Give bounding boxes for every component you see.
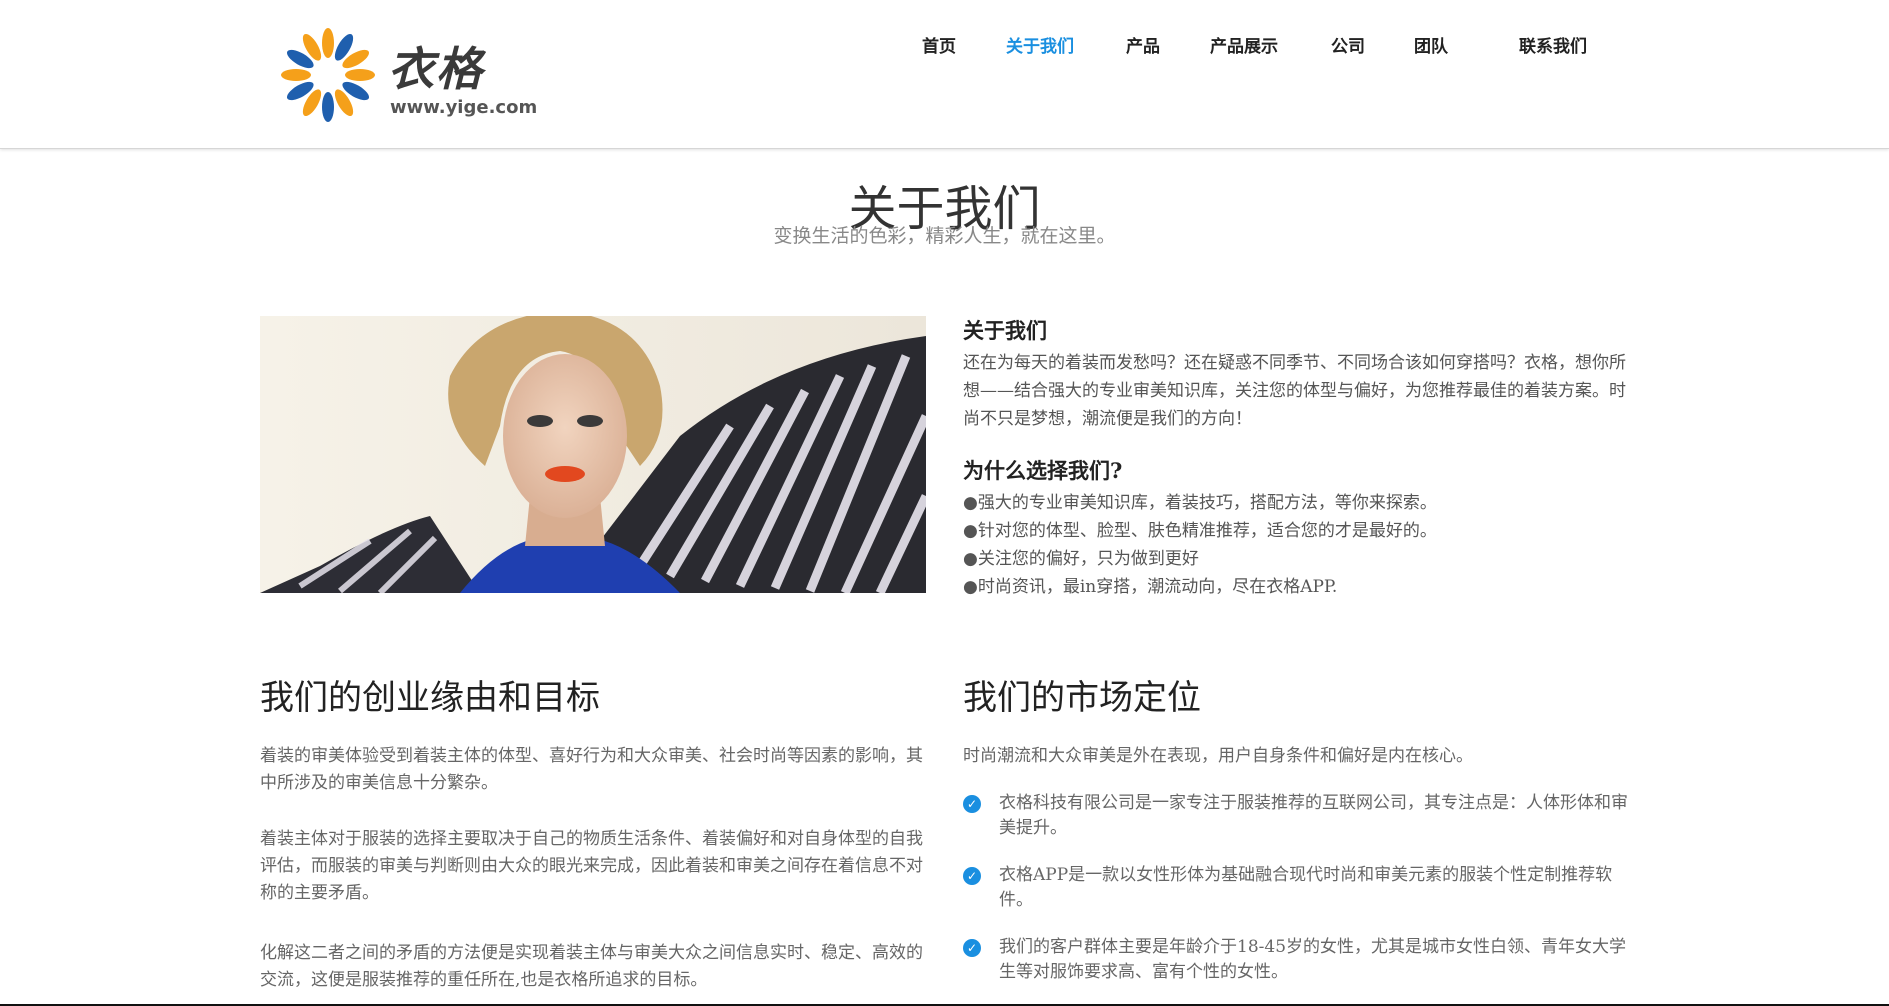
why-list: ●强大的专业审美知识库，着装技巧，搭配方法，等你来探索。 ●针对您的体型、脸型、… bbox=[963, 489, 1629, 601]
site-header: 衣格 www.yige.com 首页 关于我们 产品 产品展示 公司 团队 联系… bbox=[0, 0, 1889, 149]
brand-url: www.yige.com bbox=[390, 97, 538, 118]
list-item-text: 衣格APP是一款以女性形体为基础融合现代时尚和审美元素的服装个性定制推荐软件。 bbox=[999, 865, 1613, 910]
list-item-text: 衣格科技有限公司是一家专注于服装推荐的互联网公司，其专注点是：人体形体和审美提升… bbox=[999, 793, 1628, 838]
list-item: ✓ 衣格科技有限公司是一家专注于服装推荐的互联网公司，其专注点是：人体形体和审美… bbox=[963, 791, 1629, 841]
about-heading: 关于我们 bbox=[963, 318, 1047, 343]
list-item: ●关注您的偏好，只为做到更好 bbox=[963, 549, 1199, 569]
origin-section: 我们的创业缘由和目标 着装的审美体验受到着装主体的体型、喜好行为和大众审美、社会… bbox=[260, 676, 928, 994]
market-heading: 我们的市场定位 bbox=[963, 678, 1201, 718]
about-section: 关于我们 还在为每天的着装而发愁吗？还在疑惑不同季节、不同场合该如何穿搭吗？衣格… bbox=[963, 315, 1629, 601]
list-item-text: 我们的客户群体主要是年龄介于18-45岁的女性，尤其是城市女性白领、青年女大学生… bbox=[999, 937, 1627, 982]
check-circle-icon: ✓ bbox=[963, 795, 981, 813]
list-item: ●针对您的体型、脸型、肤色精准推荐，适合您的才是最好的。 bbox=[963, 521, 1437, 541]
nav-item-team[interactable]: 团队 bbox=[1414, 32, 1448, 57]
origin-paragraph: 着装的审美体验受到着装主体的体型、喜好行为和大众审美、社会时尚等因素的影响，其中… bbox=[260, 746, 923, 793]
main-nav: 首页 关于我们 产品 产品展示 公司 团队 联系我们 bbox=[0, 32, 1889, 57]
nav-item-company[interactable]: 公司 bbox=[1331, 32, 1365, 57]
origin-heading: 我们的创业缘由和目标 bbox=[260, 678, 600, 718]
origin-paragraph: 着装主体对于服装的选择主要取决于自己的物质生活条件、着装偏好和对自身体型的自我评… bbox=[260, 829, 923, 903]
nav-item-contact[interactable]: 联系我们 bbox=[1519, 32, 1587, 57]
nav-item-showcase[interactable]: 产品展示 bbox=[1210, 32, 1278, 57]
list-item: ✓ 衣格APP是一款以女性形体为基础融合现代时尚和审美元素的服装个性定制推荐软件… bbox=[963, 863, 1629, 913]
check-circle-icon: ✓ bbox=[963, 939, 981, 957]
nav-item-about[interactable]: 关于我们 bbox=[1006, 32, 1074, 57]
check-circle-icon: ✓ bbox=[963, 867, 981, 885]
list-item: ✓ 我们的客户群体主要是年龄介于18-45岁的女性，尤其是城市女性白领、青年女大… bbox=[963, 935, 1629, 985]
market-intro: 时尚潮流和大众审美是外在表现，用户自身条件和偏好是内在核心。 bbox=[963, 746, 1473, 766]
nav-item-home[interactable]: 首页 bbox=[922, 32, 956, 57]
market-list: ✓ 衣格科技有限公司是一家专注于服装推荐的互联网公司，其专注点是：人体形体和审美… bbox=[963, 791, 1629, 985]
origin-paragraph: 化解这二者之间的矛盾的方法便是实现着装主体与审美大众之间信息实时、稳定、高效的交… bbox=[260, 943, 923, 990]
why-heading: 为什么选择我们? bbox=[963, 458, 1123, 483]
feature-image bbox=[260, 316, 926, 593]
market-section: 我们的市场定位 时尚潮流和大众审美是外在表现，用户自身条件和偏好是内在核心。 ✓… bbox=[963, 676, 1629, 985]
nav-item-products[interactable]: 产品 bbox=[1126, 32, 1160, 57]
page-subtitle: 变换生活的色彩，精彩人生，就在这里。 bbox=[773, 225, 1116, 247]
about-body: 还在为每天的着装而发愁吗？还在疑惑不同季节、不同场合该如何穿搭吗？衣格，想你所想… bbox=[963, 353, 1626, 429]
list-item: ●强大的专业审美知识库，着装技巧，搭配方法，等你来探索。 bbox=[963, 493, 1437, 513]
list-item: ●时尚资讯，最in穿搭，潮流动向，尽在衣格APP. bbox=[963, 577, 1338, 597]
